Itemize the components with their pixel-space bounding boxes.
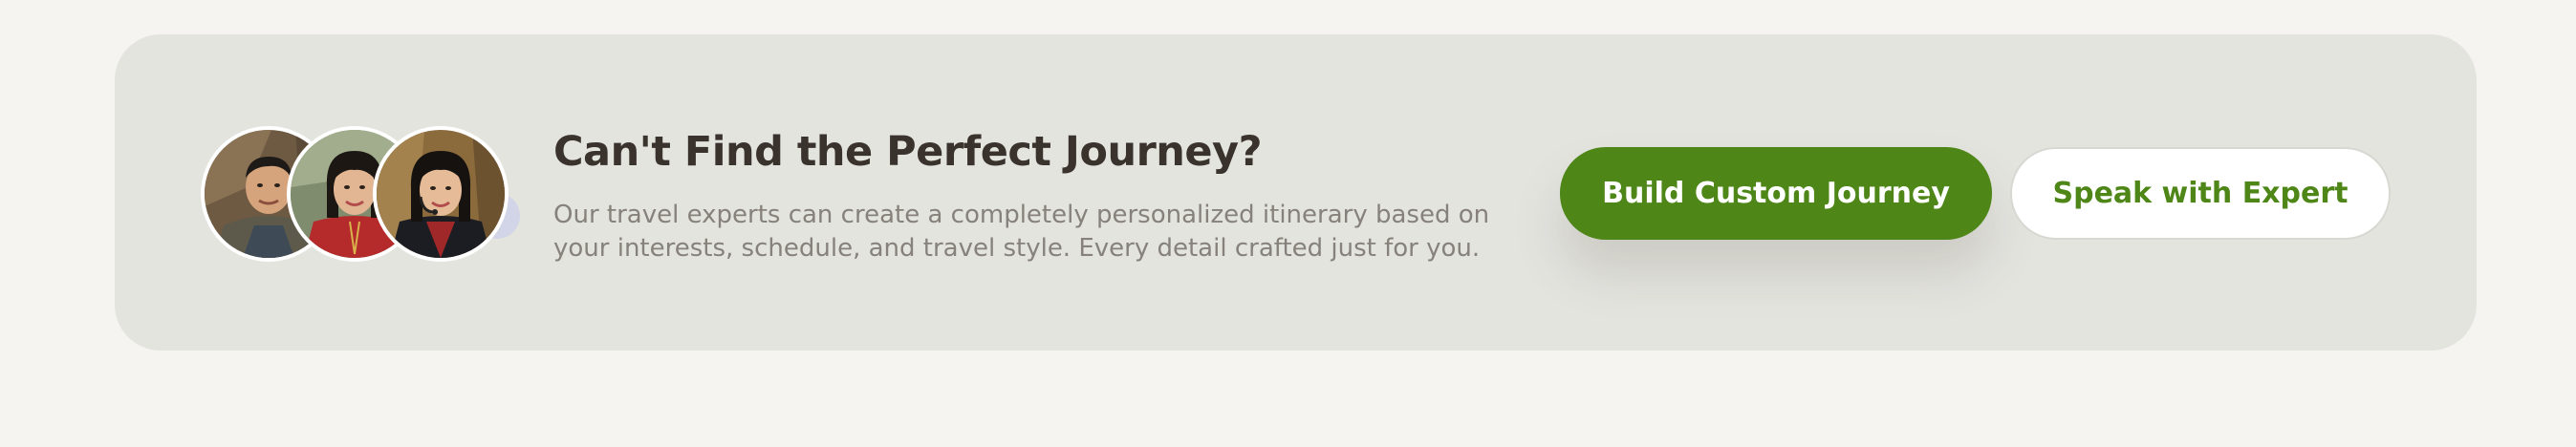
expert-avatar-3 xyxy=(373,126,509,262)
cta-description: Our travel experts can create a complete… xyxy=(553,201,1490,263)
speak-with-expert-button[interactable]: Speak with Expert xyxy=(2010,147,2391,240)
cta-title: Can't Find the Perfect Journey? xyxy=(553,128,1263,176)
build-custom-journey-button[interactable]: Build Custom Journey xyxy=(1560,147,1992,240)
expert-avatars-group xyxy=(201,126,526,262)
travel-expert-avatar-woman-headset-icon xyxy=(377,130,505,258)
